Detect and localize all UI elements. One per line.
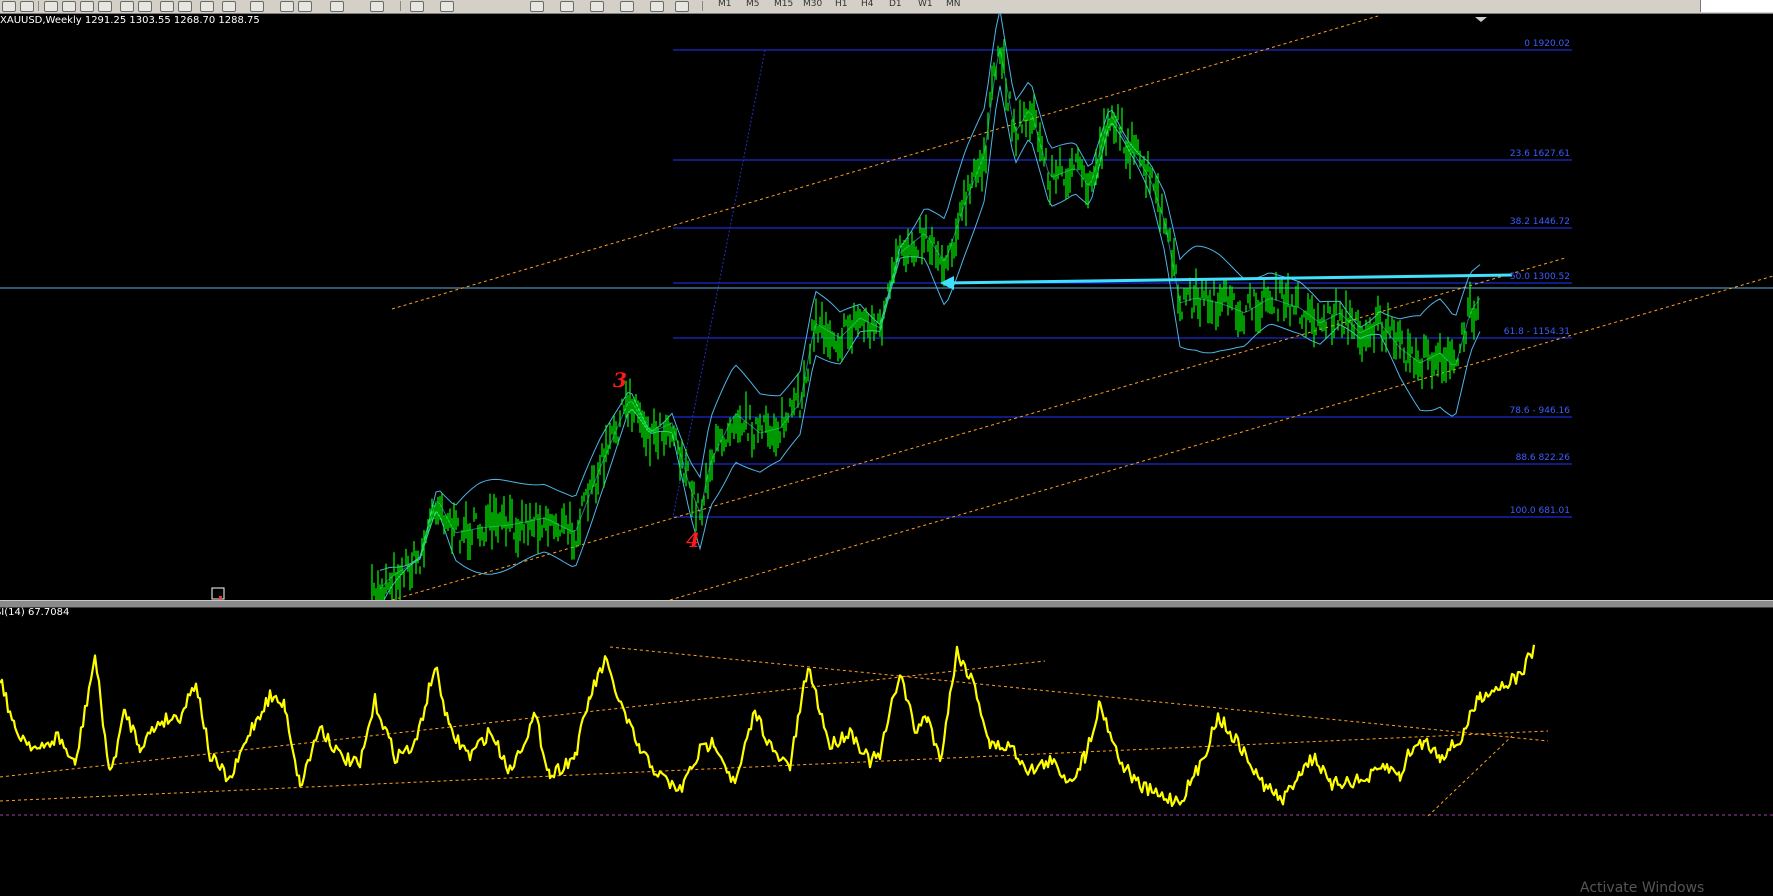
- arrows-icon[interactable]: [675, 1, 689, 12]
- order-marker-dot: [219, 596, 222, 599]
- bollinger-middle: [379, 47, 1481, 590]
- zoom-in-icon[interactable]: [120, 1, 134, 12]
- timeframe-h4[interactable]: H4: [861, 0, 874, 10]
- timeframe-m15[interactable]: M15: [774, 0, 793, 10]
- crosshair-icon[interactable]: [440, 1, 454, 12]
- order-marker: [211, 587, 225, 600]
- data-window-icon[interactable]: [62, 1, 76, 12]
- cursor-icon[interactable]: [410, 1, 424, 12]
- fibonacci-icon[interactable]: [590, 1, 604, 12]
- fib-level-label: 23.6 1627.61: [1509, 149, 1570, 159]
- new-order-icon[interactable]: [200, 1, 214, 12]
- tile-windows-icon[interactable]: [160, 1, 174, 12]
- wave-label-4: 4: [686, 528, 700, 552]
- label-icon[interactable]: [650, 1, 664, 12]
- chart-shift-icon: [1475, 17, 1487, 22]
- channel-mid-line: [391, 257, 1566, 600]
- rsi-line: [0, 644, 1536, 807]
- navigator-icon[interactable]: [80, 1, 94, 12]
- indicators-icon[interactable]: [330, 1, 344, 12]
- fib-level-label: 0 1920.02: [1524, 39, 1570, 49]
- timeframe-m1[interactable]: M1: [718, 0, 732, 10]
- toolbar-separator: [702, 1, 703, 11]
- timeframe-m30[interactable]: M30: [803, 0, 822, 10]
- fib-level-label: 78.6 - 946.16: [1509, 406, 1571, 416]
- terminal-icon[interactable]: [98, 1, 112, 12]
- toolbar-separator: [38, 1, 39, 11]
- rsi-pane[interactable]: [0, 606, 1773, 894]
- new-chart-icon[interactable]: [2, 1, 16, 12]
- object-list-icon[interactable]: [370, 1, 384, 12]
- fib-level-label: 61.8 - 1154.31: [1503, 327, 1570, 337]
- timeframe-w1[interactable]: W1: [918, 0, 933, 10]
- timeframe-d1[interactable]: D1: [889, 0, 902, 10]
- timeframe-mn[interactable]: MN: [946, 0, 961, 10]
- market-watch-icon[interactable]: [44, 1, 58, 12]
- autotrading-icon[interactable]: [222, 1, 236, 12]
- text-icon[interactable]: [620, 1, 634, 12]
- symbol-info: XAUUSD,Weekly 1291.25 1303.55 1268.70 12…: [0, 15, 260, 26]
- fib-level-label: 50.0 1300.52: [1509, 272, 1570, 282]
- templates-icon[interactable]: [298, 1, 312, 12]
- zoom-out-icon[interactable]: [138, 1, 152, 12]
- wave-label-3: 3: [613, 368, 627, 392]
- chart-properties-icon[interactable]: [250, 1, 264, 12]
- channel-lower-line: [669, 275, 1773, 600]
- profiles-icon[interactable]: [20, 1, 34, 12]
- channel-icon[interactable]: [560, 1, 574, 12]
- rsi-trendline: [1427, 735, 1513, 817]
- strategy-tester-icon[interactable]: [178, 1, 192, 12]
- fib-level-label: 100.0 681.01: [1509, 506, 1570, 516]
- toolbar-separator: [400, 1, 401, 11]
- fib-level-label: 38.2 1446.72: [1509, 217, 1570, 227]
- toolbar-search-box[interactable]: [1700, 0, 1773, 12]
- timeframe-h1[interactable]: H1: [835, 0, 848, 10]
- price-chart[interactable]: [0, 13, 1773, 600]
- trendline-icon[interactable]: [530, 1, 544, 12]
- toolbar: M1 M5 M15 M30 H1 H4 D1 W1 MN: [0, 0, 1773, 14]
- bollinger-upper: [379, 13, 1481, 571]
- timeframe-m5[interactable]: M5: [746, 0, 760, 10]
- horizontal-arrow-line: [944, 273, 1513, 285]
- bollinger-lower: [383, 85, 1481, 600]
- rsi-trendline: [0, 730, 1549, 802]
- period-icon[interactable]: [280, 1, 294, 12]
- fib-level-label: 88.6 822.26: [1515, 453, 1570, 463]
